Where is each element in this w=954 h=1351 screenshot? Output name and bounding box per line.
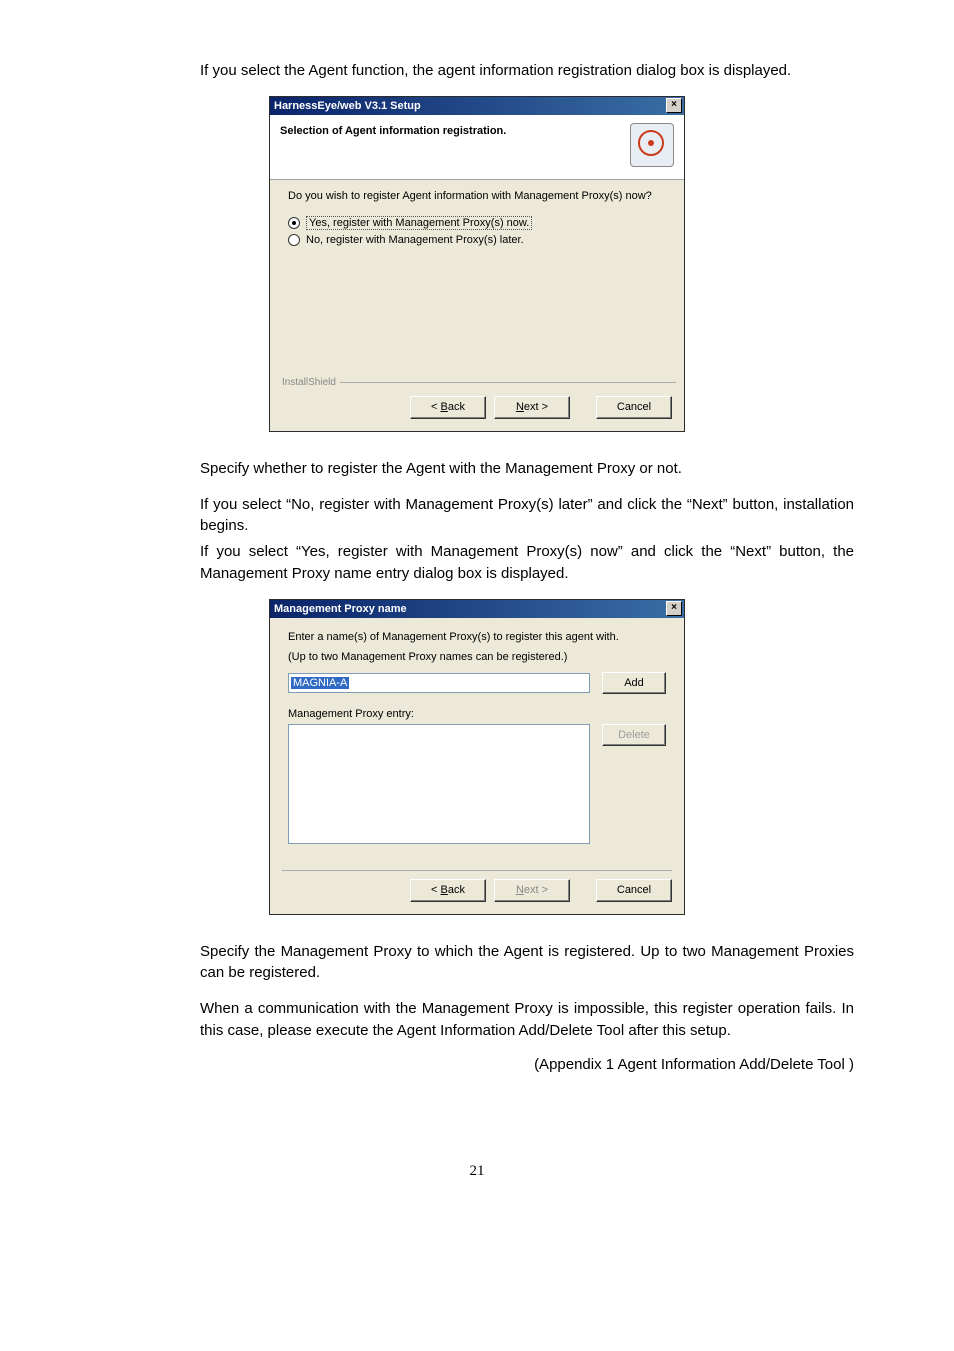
close-icon[interactable]: × — [666, 601, 682, 616]
next-button[interactable]: Next > — [494, 396, 570, 419]
proxy-list-label: Management Proxy entry: — [288, 708, 666, 720]
installer-logo-icon — [630, 123, 674, 167]
proxy-name-value: MAGNIA-A — [291, 677, 349, 689]
radio-label-no: No, register with Management Proxy(s) la… — [306, 234, 524, 246]
radio-icon — [288, 234, 300, 246]
back-button[interactable]: < Back — [410, 879, 486, 902]
proxy-instruction-2: (Up to two Management Proxy names can be… — [288, 650, 666, 664]
proxy-instruction-1: Enter a name(s) of Management Proxy(s) t… — [288, 630, 666, 644]
specify-proxy-text: Specify the Management Proxy to which th… — [0, 941, 954, 985]
radio-label-yes: Yes, register with Management Proxy(s) n… — [306, 216, 532, 230]
radio-option-no[interactable]: No, register with Management Proxy(s) la… — [288, 234, 666, 246]
specify-register-text: Specify whether to register the Agent wi… — [0, 458, 954, 480]
if-no-text: If you select “No, register with Managem… — [0, 494, 954, 538]
proxy-name-input[interactable]: MAGNIA-A — [288, 673, 590, 693]
cancel-button[interactable]: Cancel — [596, 396, 672, 419]
cancel-button[interactable]: Cancel — [596, 879, 672, 902]
delete-button[interactable]: Delete — [602, 724, 666, 746]
radio-icon — [288, 217, 300, 229]
comm-fail-text: When a communication with the Management… — [0, 998, 954, 1042]
intro-text: If you select the Agent function, the ag… — [0, 60, 954, 82]
dialog-titlebar: HarnessEye/web V3.1 Setup × — [270, 97, 684, 115]
agent-registration-dialog: HarnessEye/web V3.1 Setup × Selection of… — [269, 96, 685, 432]
next-button: Next > — [494, 879, 570, 902]
if-yes-text: If you select “Yes, register with Manage… — [0, 541, 954, 585]
dialog-heading: Selection of Agent information registrat… — [280, 123, 506, 137]
proxy-list[interactable] — [288, 724, 590, 844]
dialog-titlebar: Management Proxy name × — [270, 600, 684, 618]
back-button[interactable]: < Back — [410, 396, 486, 419]
add-button[interactable]: Add — [602, 672, 666, 694]
radio-option-yes[interactable]: Yes, register with Management Proxy(s) n… — [288, 216, 666, 230]
appendix-ref: (Appendix 1 Agent Information Add/Delete… — [0, 1056, 954, 1073]
close-icon[interactable]: × — [666, 98, 682, 113]
dialog-question: Do you wish to register Agent informatio… — [288, 190, 666, 202]
dialog-title: HarnessEye/web V3.1 Setup — [274, 100, 421, 112]
proxy-name-dialog: Management Proxy name × Enter a name(s) … — [269, 599, 685, 915]
dialog-title: Management Proxy name — [274, 603, 407, 615]
fieldset-label: InstallShield — [278, 377, 340, 388]
page-number: 21 — [0, 1163, 954, 1180]
